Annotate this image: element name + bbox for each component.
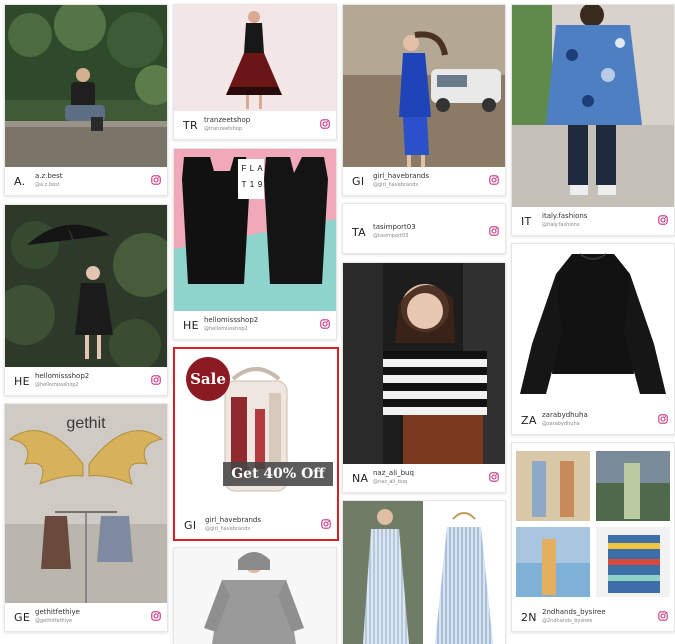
account-username[interactable]: zarabydhuha — [542, 411, 588, 419]
instagram-icon[interactable] — [489, 175, 499, 185]
account-username[interactable]: tranzeetshop — [204, 116, 250, 124]
instagram-icon[interactable] — [320, 319, 330, 329]
post-card[interactable]: IT italy.fashions @italy.fashions — [511, 4, 675, 236]
svg-text:9: 9 — [258, 180, 263, 189]
account-initials: TA — [352, 226, 366, 239]
account-username[interactable]: gethitfethiye — [35, 608, 80, 616]
instagram-icon[interactable] — [658, 611, 668, 621]
account-username[interactable]: italy.fashions — [542, 212, 587, 220]
account-handle: @zarabydhuha — [542, 421, 580, 427]
post-card[interactable]: NA naz_ali_buq @naz_ali_buq — [342, 262, 506, 493]
account-initials: GI — [352, 175, 365, 188]
sale-badge: Sale — [186, 357, 230, 401]
store-sign: gethit — [66, 415, 106, 432]
instagram-icon[interactable] — [321, 519, 331, 529]
post-card[interactable]: F L A T 1 9 HE hellomissshop2 @hellomiss… — [173, 148, 337, 340]
account-username[interactable]: a.z.best — [35, 172, 63, 180]
post-photo[interactable] — [512, 244, 674, 406]
account-handle: @italy.fashions — [542, 222, 580, 228]
account-handle: @naz_ali_buq — [373, 479, 408, 485]
post-photo[interactable]: F L A T 1 9 — [174, 149, 336, 311]
account-initials: GE — [14, 611, 31, 624]
instagram-icon[interactable] — [151, 611, 161, 621]
instagram-icon[interactable] — [151, 375, 161, 385]
post-photo[interactable] — [343, 263, 505, 464]
promo-post-card[interactable]: Sale Get 40% Off GI girl_havebrands @gir… — [173, 347, 339, 541]
account-username[interactable]: tasimport03 — [373, 223, 416, 231]
account-initials: IT — [521, 215, 532, 228]
svg-text:T: T — [242, 180, 247, 189]
post-photo[interactable] — [5, 5, 167, 167]
post-card[interactable]: gethit GE gethitfethiye @gethitfethiye — [4, 403, 168, 632]
instagram-icon[interactable] — [151, 175, 161, 185]
post-photo[interactable] — [343, 5, 505, 167]
account-handle: @girl_havebrands — [205, 526, 251, 532]
post-card[interactable]: HE hellomissshop2 @hellomissshop2 — [4, 204, 168, 396]
svg-text:L: L — [250, 164, 255, 173]
account-username[interactable]: girl_havebrands — [373, 172, 429, 180]
account-initials: HE — [14, 375, 30, 388]
svg-text:A: A — [257, 164, 263, 173]
account-username[interactable]: girl_havebrands — [205, 516, 261, 524]
svg-text:F: F — [242, 164, 247, 173]
instagram-icon[interactable] — [658, 414, 668, 424]
instagram-icon[interactable] — [489, 472, 499, 482]
account-username[interactable]: hellomissshop2 — [35, 372, 89, 380]
account-handle: @gethitfethiye — [35, 618, 73, 624]
account-initials: ZA — [521, 414, 537, 427]
svg-text:1: 1 — [250, 180, 255, 189]
account-username[interactable]: naz_ali_buq — [373, 469, 414, 477]
account-handle: @hellomissshop2 — [204, 326, 248, 332]
account-handle: @girl_havebrands — [373, 182, 419, 188]
post-card[interactable] — [342, 500, 506, 644]
post-photo[interactable] — [5, 205, 167, 367]
post-photo[interactable] — [512, 5, 674, 207]
post-photo[interactable] — [174, 548, 336, 644]
post-photo[interactable] — [343, 501, 505, 644]
account-initials: TR — [183, 119, 198, 132]
post-card[interactable]: TA tasimport03 @tasimport03 — [342, 203, 506, 254]
post-card[interactable]: TR tranzeetshop @tranzeetshop — [173, 4, 337, 140]
account-username[interactable]: hellomissshop2 — [204, 316, 258, 324]
post-photo[interactable]: gethit — [5, 404, 167, 603]
account-handle: @tasimport03 — [373, 233, 409, 239]
account-initials: A. — [14, 175, 26, 188]
instagram-icon[interactable] — [320, 119, 330, 129]
account-initials: GI — [184, 519, 197, 532]
post-card[interactable] — [173, 547, 337, 644]
account-handle: @2ndhands_bysiree — [542, 618, 593, 624]
post-card[interactable]: GI girl_havebrands @girl_havebrands — [342, 4, 506, 196]
account-initials: 2N — [521, 611, 537, 624]
post-card[interactable]: A. a.z.best @a.z.best — [4, 4, 168, 196]
post-photo[interactable] — [174, 5, 336, 111]
discount-banner: Get 40% Off — [223, 462, 333, 486]
account-username[interactable]: 2ndhands_bysiree — [542, 608, 606, 616]
post-photo[interactable]: Sale Get 40% Off — [175, 349, 337, 509]
instagram-icon[interactable] — [489, 226, 499, 236]
account-handle: @a.z.best — [35, 182, 60, 188]
account-initials: NA — [352, 472, 369, 485]
account-handle: @tranzeetshop — [204, 126, 242, 132]
account-handle: @hellomissshop2 — [35, 382, 79, 388]
account-initials: HE — [183, 319, 199, 332]
instagram-icon[interactable] — [658, 215, 668, 225]
post-card[interactable]: 2N 2ndhands_bysiree @2ndhands_bysiree — [511, 442, 675, 632]
post-card[interactable]: ZA zarabydhuha @zarabydhuha — [511, 243, 675, 435]
post-photo[interactable] — [512, 443, 674, 603]
